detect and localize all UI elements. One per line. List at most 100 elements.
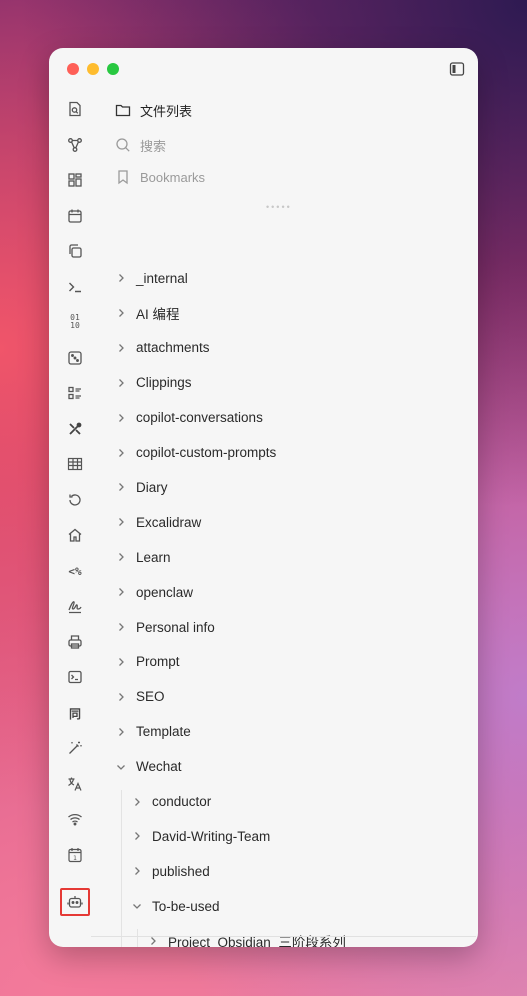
tree-folder[interactable]: Excalidraw [115, 510, 201, 534]
minimize-window-button[interactable] [87, 63, 99, 75]
folder-icon [115, 104, 131, 117]
tree-folder-label: openclaw [136, 584, 194, 600]
tree-folder-label: published [152, 863, 210, 879]
tree-folder[interactable]: Personal info [115, 615, 215, 639]
close-window-button[interactable] [67, 63, 79, 75]
command-line-icon[interactable] [63, 665, 87, 689]
chevron-down-icon[interactable] [115, 761, 127, 773]
binary-icon[interactable]: 01 10 [63, 310, 87, 334]
chevron-right-icon[interactable] [115, 621, 127, 633]
table-icon[interactable] [63, 452, 87, 476]
chevron-right-icon[interactable] [115, 656, 127, 668]
chevron-right-icon[interactable] [115, 691, 127, 703]
tree-folder-label: Personal info [136, 619, 215, 635]
list-checks-icon[interactable] [63, 381, 87, 405]
chevron-right-icon[interactable] [115, 726, 127, 738]
tree-folder-label: conductor [152, 794, 212, 809]
tree-folder-label: Excalidraw [136, 514, 202, 530]
code-percent-icon[interactable]: <% [63, 559, 87, 583]
file-search-icon[interactable] [63, 97, 87, 121]
search-tab[interactable]: 搜索 [115, 133, 166, 157]
tree-folder-label: Template [136, 724, 191, 740]
chevron-right-icon[interactable] [115, 481, 127, 493]
wifi-icon[interactable] [63, 807, 87, 831]
tree-folder[interactable]: _internal [115, 266, 188, 290]
tree-folder[interactable]: SEO [115, 685, 165, 709]
ribbon: 01 10 <% 同 1 [49, 90, 101, 947]
tree-folder[interactable]: copilot-custom-prompts [115, 441, 276, 465]
tree-folder-label: Learn [136, 549, 171, 565]
home-icon[interactable] [63, 523, 87, 547]
maximize-window-button[interactable] [107, 63, 119, 75]
tree-folder[interactable]: Wechat [115, 755, 182, 779]
sidebar-toggle-icon[interactable] [449, 61, 465, 77]
tree-folder-label: Prompt [136, 654, 180, 670]
tree-folder[interactable]: David-Writing-Team [131, 824, 270, 848]
tree-folder[interactable]: conductor [131, 790, 211, 814]
dice-icon[interactable] [63, 346, 87, 370]
history-icon[interactable] [63, 488, 87, 512]
indent-guide [121, 789, 122, 947]
graph-icon[interactable] [63, 133, 87, 157]
tree-folder-label: AI 编程 [136, 306, 180, 322]
chevron-right-icon[interactable] [115, 377, 127, 389]
divider [91, 936, 476, 937]
tree-folder-label: Project_Obsidian_三阶段系列 [168, 935, 346, 947]
search-icon [116, 138, 130, 152]
tree-folder-label: David-Writing-Team [152, 828, 271, 844]
obsidian-window: 01 10 <% 同 1 文件列表 搜索 Bookmarks ••••• _in… [49, 48, 478, 947]
chevron-right-icon[interactable] [131, 796, 143, 808]
tree-folder[interactable]: To-be-used [131, 894, 220, 918]
tree-folder-label: SEO [136, 689, 165, 705]
translate-icon[interactable] [63, 772, 87, 796]
chevron-right-icon[interactable] [115, 551, 127, 563]
calendar-icon[interactable] [63, 204, 87, 228]
tree-folder[interactable]: Prompt [115, 650, 180, 674]
tree-folder[interactable]: Diary [115, 475, 168, 499]
bookmarks-tab-label: Bookmarks [140, 169, 206, 185]
search-tab-label: 搜索 [140, 138, 167, 154]
tree-folder[interactable]: Learn [115, 545, 171, 569]
chevron-right-icon[interactable] [115, 307, 127, 319]
tree-folder[interactable]: AI 编程 [115, 301, 180, 325]
chevron-right-icon[interactable] [131, 830, 143, 842]
text-block-icon[interactable]: 同 [63, 701, 87, 725]
files-tab-label: 文件列表 [140, 103, 193, 119]
tree-folder-label: Diary [136, 479, 168, 495]
tree-folder[interactable]: attachments [115, 336, 210, 360]
title-bar [49, 48, 478, 90]
dashboard-icon[interactable] [63, 168, 87, 192]
chevron-right-icon[interactable] [115, 447, 127, 459]
tree-folder-label: copilot-conversations [136, 410, 263, 426]
printer-icon[interactable] [63, 630, 87, 654]
tree-folder[interactable]: copilot-conversations [115, 406, 263, 430]
bookmarks-tab[interactable]: Bookmarks [115, 165, 205, 189]
chevron-right-icon[interactable] [115, 586, 127, 598]
tree-folder-label: _internal [136, 270, 188, 286]
bot-icon[interactable] [60, 888, 90, 916]
indent-guide [137, 929, 138, 947]
chevron-down-icon[interactable] [131, 900, 143, 912]
files-tab[interactable]: 文件列表 [115, 98, 192, 122]
tree-folder[interactable]: Project_Obsidian_三阶段系列 [147, 929, 346, 947]
chevron-right-icon[interactable] [115, 516, 127, 528]
tree-folder[interactable]: published [131, 859, 210, 883]
terminal-icon[interactable] [63, 275, 87, 299]
daily-note-icon[interactable]: 1 [63, 843, 87, 867]
copy-icon[interactable] [63, 239, 87, 263]
signature-icon[interactable] [63, 594, 87, 618]
chevron-right-icon[interactable] [131, 865, 143, 877]
tools-icon[interactable] [63, 417, 87, 441]
pane-resize-handle[interactable]: ••••• [266, 202, 292, 212]
bookmark-icon [118, 170, 128, 185]
chevron-right-icon[interactable] [115, 272, 127, 284]
tree-folder[interactable]: Template [115, 720, 191, 744]
chevron-right-icon[interactable] [115, 412, 127, 424]
svg-text:1: 1 [73, 855, 77, 862]
wand-icon[interactable] [63, 736, 87, 760]
tree-folder-label: Wechat [136, 759, 182, 775]
tree-folder[interactable]: Clippings [115, 371, 192, 395]
chevron-right-icon[interactable] [115, 342, 127, 354]
tree-folder[interactable]: openclaw [115, 580, 193, 604]
tree-folder-label: copilot-custom-prompts [136, 445, 277, 460]
